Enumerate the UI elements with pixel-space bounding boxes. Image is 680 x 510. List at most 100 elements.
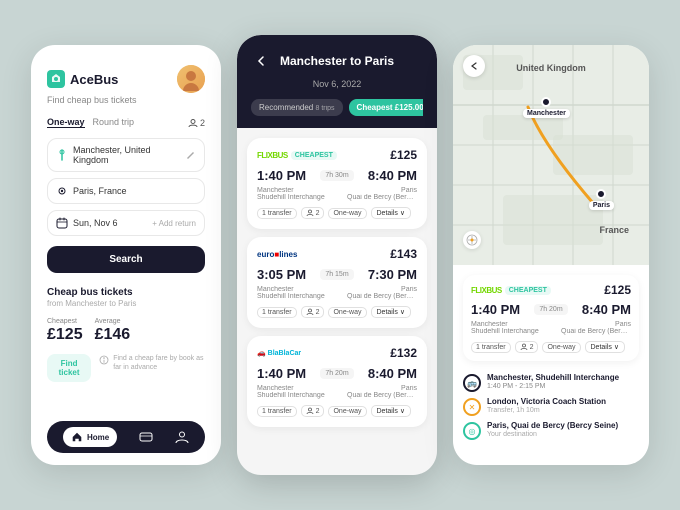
- date-field[interactable]: Sun, Nov 6 + Add return: [47, 210, 205, 236]
- waypoint-info-1: Manchester, Shudehill Interchange 1:40 P…: [487, 373, 619, 390]
- depart-3: 1:40 PM: [257, 366, 306, 381]
- price-row: Cheapest £125 Average £146: [47, 318, 205, 344]
- result-card-3[interactable]: 🚗 BlaBlaCar £132 1:40 PM 7h 20m 8:40 PM …: [247, 336, 427, 427]
- s3-arrive: 8:40 PM: [582, 302, 631, 317]
- to-field[interactable]: Paris, France: [47, 178, 205, 204]
- duration-2: 7h 15m: [320, 269, 353, 280]
- map-back-button[interactable]: [463, 55, 485, 77]
- s3-from-station: Manchester: [471, 321, 539, 328]
- depart-1: 1:40 PM: [257, 168, 306, 183]
- screen-results: Manchester to Paris Nov 6, 2022 Recommen…: [237, 35, 437, 475]
- tagline: Find cheap bus tickets: [47, 95, 205, 105]
- toggle-options: One-way Round trip: [47, 117, 134, 128]
- manchester-dot: [541, 97, 551, 107]
- screen1-header: AceBus: [47, 65, 205, 93]
- nav-home[interactable]: Home: [63, 427, 117, 447]
- details-btn-1[interactable]: Details ∨: [371, 207, 412, 219]
- find-ticket-button[interactable]: Find ticket: [47, 354, 91, 382]
- manchester-label: Manchester: [523, 109, 570, 118]
- waypoint-time-1: 1:40 PM - 2:15 PM: [487, 383, 619, 390]
- triptype-tag-2: One-way: [328, 307, 366, 318]
- book-note-area: Find a cheap fare by book as far in adva…: [99, 354, 205, 372]
- from-detail-3: Shudehill Interchange: [257, 392, 325, 399]
- price-2: £143: [390, 247, 417, 261]
- s3-cheapest-tag: CHEAPEST: [505, 286, 551, 295]
- selected-result-card[interactable]: FLIXBUS CHEAPEST £125 1:40 PM 7h 20m 8:4…: [463, 275, 639, 361]
- date-text: Sun, Nov 6: [73, 218, 147, 228]
- nav-home-label: Home: [87, 433, 109, 442]
- pax-badge[interactable]: 2: [188, 118, 205, 128]
- depart-2: 3:05 PM: [257, 267, 306, 282]
- info-tags-2: 1 transfer 2 One-way Details ∨: [257, 306, 417, 318]
- to-detail-3: Quai de Bercy (Bercy ...: [347, 392, 417, 399]
- from-station-2: Manchester: [257, 286, 325, 293]
- operator-flixbus: FLIXBUS CHEAPEST: [257, 151, 337, 160]
- map-compass: [463, 231, 481, 249]
- price-3: £132: [390, 346, 417, 360]
- nav-profile[interactable]: [175, 430, 189, 444]
- details-btn-2[interactable]: Details ∨: [371, 306, 412, 318]
- to-detail-2: Quai de Bercy (Bercy ...: [347, 293, 417, 300]
- results-route-title: Manchester to Paris: [279, 54, 395, 68]
- waypoint-name-1: Manchester, Shudehill Interchange: [487, 373, 619, 383]
- s3-info-tags: 1 transfer 2 One-way Details ∨: [471, 341, 631, 353]
- filter-cheapest[interactable]: Cheapest £125.00: [349, 99, 423, 116]
- result-card-1[interactable]: FLIXBUS CHEAPEST £125 1:40 PM 7h 30m 8:4…: [247, 138, 427, 229]
- bottom-nav: Home: [47, 421, 205, 453]
- paris-dot: [596, 189, 606, 199]
- from-detail-1: Shudehill Interchange: [257, 194, 325, 201]
- toggle-roundtrip[interactable]: Round trip: [93, 117, 135, 128]
- s3-price: £125: [604, 283, 631, 297]
- map-area: United Kingdom France Manchester Paris: [453, 45, 649, 265]
- arrive-2: 7:30 PM: [368, 267, 417, 282]
- triptype-tag-1: One-way: [328, 208, 366, 219]
- waypoint-note-3: Your destination: [487, 431, 618, 438]
- map-pin-paris: Paris: [589, 189, 614, 210]
- book-note-text: Find a cheap fare by book as far in adva…: [113, 354, 205, 372]
- screen-map: United Kingdom France Manchester Paris: [453, 45, 649, 465]
- logo-text: AceBus: [70, 72, 118, 87]
- average-price: £146: [95, 326, 131, 344]
- nav-tickets[interactable]: [139, 430, 153, 444]
- results-back-button[interactable]: [251, 51, 271, 71]
- duration-1: 7h 30m: [320, 170, 353, 181]
- search-button[interactable]: Search: [47, 246, 205, 273]
- to-station-3: Paris: [347, 385, 417, 392]
- filter-tabs: Recommended 8 trips Cheapest £125.00 Fas…: [251, 99, 423, 116]
- logo-area: AceBus: [47, 70, 118, 88]
- from-field[interactable]: Manchester, United Kingdom: [47, 138, 205, 172]
- avatar[interactable]: [177, 65, 205, 93]
- waypoint-info-2: London, Victoria Coach Station Transfer,…: [487, 397, 606, 414]
- s3-depart: 1:40 PM: [471, 302, 520, 317]
- screen-acebus: AceBus Find cheap bus tickets One-way Ro…: [31, 45, 221, 465]
- average-col: Average £146: [95, 318, 131, 344]
- cheap-sub: from Manchester to Paris: [47, 299, 205, 308]
- price-1: £125: [390, 148, 417, 162]
- s3-pax-tag: 2: [515, 341, 539, 353]
- screens-container: AceBus Find cheap bus tickets One-way Ro…: [31, 35, 649, 475]
- acebus-logo-icon: [47, 70, 65, 88]
- toggle-oneway[interactable]: One-way: [47, 117, 85, 128]
- flixbus-logo: FLIXBUS: [257, 151, 288, 160]
- result-card-2[interactable]: euro■lines £143 3:05 PM 7h 15m 7:30 PM M…: [247, 237, 427, 328]
- cheapest-tag-1: CHEAPEST: [291, 151, 337, 160]
- s3-details-btn[interactable]: Details ∨: [585, 341, 626, 353]
- s3-duration: 7h 20m: [534, 304, 567, 315]
- map-pin-manchester: Manchester: [523, 97, 570, 118]
- cheapest-price: £125: [47, 326, 83, 344]
- waypoint-name-2: London, Victoria Coach Station: [487, 397, 606, 407]
- add-return[interactable]: + Add return: [152, 219, 196, 228]
- results-body: FLIXBUS CHEAPEST £125 1:40 PM 7h 30m 8:4…: [237, 128, 437, 475]
- arrive-3: 8:40 PM: [368, 366, 417, 381]
- waypoints: 🚌 Manchester, Shudehill Interchange 1:40…: [463, 373, 639, 440]
- details-btn-3[interactable]: Details ∨: [371, 405, 412, 417]
- s3-from-detail: Shudehill Interchange: [471, 328, 539, 335]
- waypoint-2: ✕ London, Victoria Coach Station Transfe…: [463, 397, 639, 416]
- filter-recommended[interactable]: Recommended 8 trips: [251, 99, 343, 116]
- screen3-body: FLIXBUS CHEAPEST £125 1:40 PM 7h 20m 8:4…: [453, 265, 649, 465]
- transfer-tag-1: 1 transfer: [257, 208, 297, 219]
- to-text: Paris, France: [73, 186, 196, 196]
- results-header-top: Manchester to Paris: [251, 51, 423, 71]
- to-detail-1: Quai de Bercy (Bercy ...: [347, 194, 417, 201]
- info-tags-1: 1 transfer 2 One-way Details ∨: [257, 207, 417, 219]
